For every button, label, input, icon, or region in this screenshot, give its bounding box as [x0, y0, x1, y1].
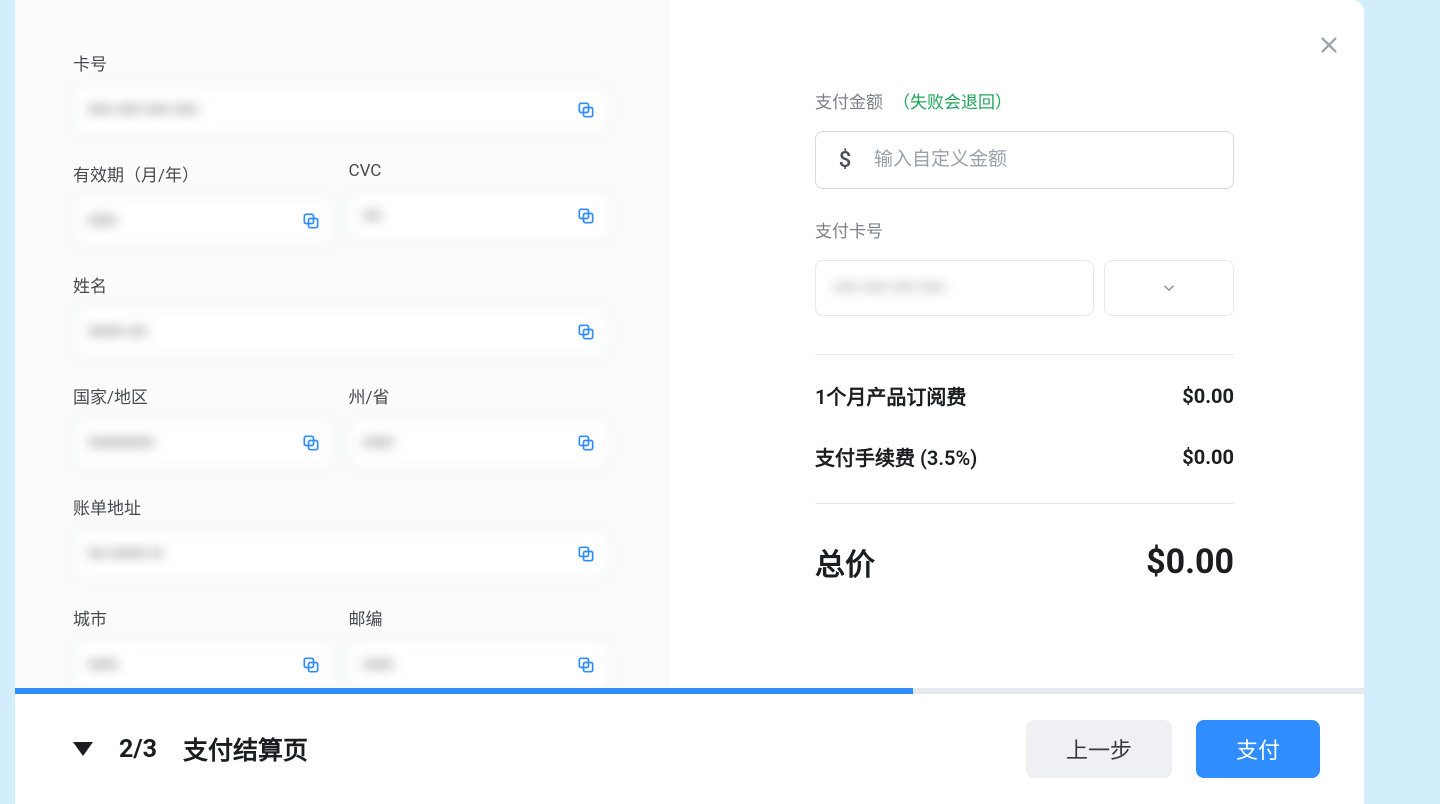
cvc-group: CVC: [349, 161, 611, 246]
copy-icon[interactable]: [576, 100, 596, 120]
fee-value: $0.00: [1182, 384, 1234, 408]
amount-input[interactable]: [874, 132, 1233, 188]
address-input[interactable]: [73, 529, 610, 579]
copy-icon[interactable]: [576, 322, 596, 342]
chevron-down-icon: [1160, 279, 1178, 297]
cvc-label: CVC: [349, 161, 611, 181]
name-input[interactable]: [73, 307, 610, 357]
copy-icon[interactable]: [576, 655, 596, 675]
selected-card-value: •••• •••• •••• ••••: [834, 278, 945, 299]
copy-icon[interactable]: [576, 433, 596, 453]
divider: [815, 503, 1234, 504]
fee-value: $0.00: [1182, 445, 1234, 469]
name-label: 姓名: [73, 272, 610, 297]
fee-label: 1个月产品订阅费: [815, 381, 966, 410]
close-button[interactable]: [1318, 34, 1340, 56]
modal-footer: 2/3 支付结算页 上一步 支付: [15, 694, 1364, 804]
card-number-input[interactable]: [73, 85, 610, 135]
collapse-toggle-icon[interactable]: [73, 742, 93, 756]
pay-button[interactable]: 支付: [1196, 720, 1320, 778]
billing-form-panel: 卡号 有效期（月/年）: [15, 0, 670, 688]
cvc-input[interactable]: [349, 191, 611, 241]
country-group: 国家/地区: [73, 383, 335, 468]
summary-panel: 支付金额 （失败会退回） $ 支付卡号 •••• •••• •••• •••• …: [670, 0, 1364, 688]
copy-icon[interactable]: [301, 211, 321, 231]
state-group: 州/省: [349, 383, 611, 468]
payment-modal: 卡号 有效期（月/年）: [15, 0, 1364, 804]
card-number-label: 卡号: [73, 50, 610, 75]
zip-group: 邮编: [349, 605, 611, 688]
card-select-dropdown[interactable]: [1104, 260, 1234, 316]
copy-icon[interactable]: [301, 433, 321, 453]
copy-icon[interactable]: [301, 655, 321, 675]
address-group: 账单地址: [73, 494, 610, 579]
card-number-group: 卡号: [73, 50, 610, 135]
zip-label: 邮编: [349, 605, 611, 630]
amount-input-box: $: [815, 131, 1234, 189]
total-value: $0.00: [1146, 542, 1234, 582]
country-label: 国家/地区: [73, 383, 335, 408]
step-indicator: 2/3: [119, 735, 157, 764]
payment-refund-note: （失败会退回）: [893, 88, 1012, 113]
country-input[interactable]: [73, 418, 335, 468]
name-group: 姓名: [73, 272, 610, 357]
fee-label: 支付手续费 (3.5%): [815, 442, 977, 471]
address-label: 账单地址: [73, 494, 610, 519]
total-row: 总价 $0.00: [815, 540, 1234, 584]
previous-button[interactable]: 上一步: [1026, 720, 1172, 778]
fee-row: 1个月产品订阅费 $0.00: [815, 381, 1234, 410]
zip-input[interactable]: [349, 640, 611, 688]
copy-icon[interactable]: [576, 206, 596, 226]
expiry-group: 有效期（月/年）: [73, 161, 335, 246]
step-title: 支付结算页: [183, 731, 308, 767]
payment-card-select[interactable]: •••• •••• •••• ••••: [815, 260, 1094, 316]
payment-card-label: 支付卡号: [815, 217, 1234, 242]
city-group: 城市: [73, 605, 335, 688]
state-label: 州/省: [349, 383, 611, 408]
divider: [815, 354, 1234, 355]
total-label: 总价: [815, 540, 875, 584]
city-input[interactable]: [73, 640, 335, 688]
expiry-input[interactable]: [73, 196, 335, 246]
state-input[interactable]: [349, 418, 611, 468]
dollar-icon: $: [816, 148, 874, 173]
copy-icon[interactable]: [576, 544, 596, 564]
payment-amount-label: 支付金额: [815, 88, 883, 113]
modal-body: 卡号 有效期（月/年）: [15, 0, 1364, 688]
expiry-label: 有效期（月/年）: [73, 161, 335, 186]
city-label: 城市: [73, 605, 335, 630]
fee-row: 支付手续费 (3.5%) $0.00: [815, 442, 1234, 471]
